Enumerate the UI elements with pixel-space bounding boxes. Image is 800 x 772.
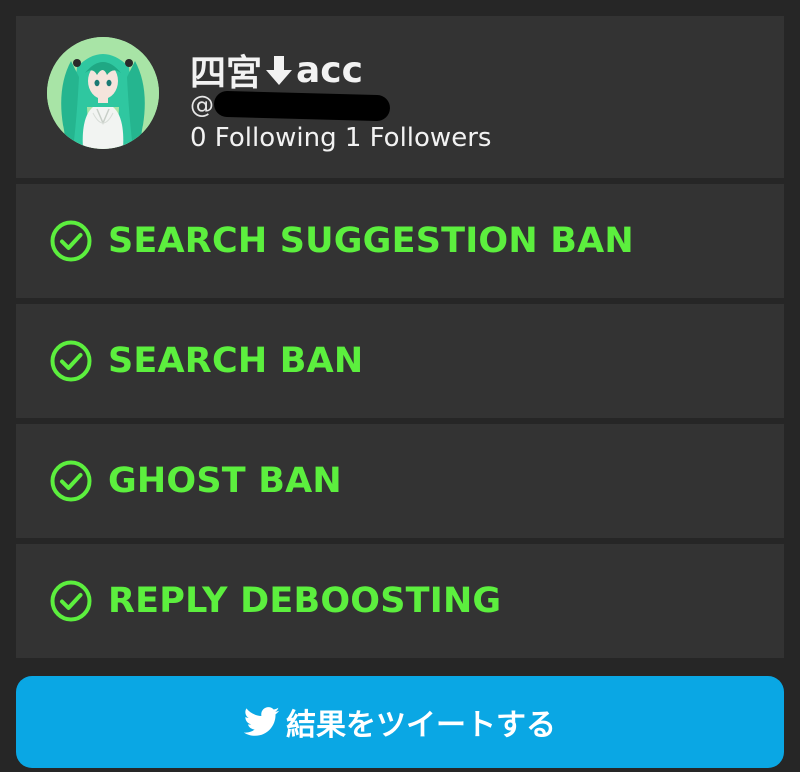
twitter-bird-icon	[244, 707, 280, 736]
handle-redaction	[213, 90, 391, 122]
follow-stats: 0 Following 1 Followers	[190, 123, 492, 153]
display-name: 四宮 acc	[190, 44, 363, 96]
check-label: REPLY DEBOOSTING	[108, 581, 502, 621]
down-arrow-icon	[264, 53, 294, 87]
tweet-result-button[interactable]: 結果をツイートする	[16, 676, 784, 768]
shadowban-result-page: 四宮 acc @ 0 Following 1 Followers SEARCH …	[0, 0, 800, 772]
check-row-search-ban: SEARCH BAN	[16, 304, 784, 418]
check-label: SEARCH SUGGESTION BAN	[108, 221, 634, 261]
display-name-prefix: 四宮	[190, 53, 263, 94]
check-row-reply-deboosting: REPLY DEBOOSTING	[16, 544, 784, 658]
check-row-ghost-ban: GHOST BAN	[16, 424, 784, 538]
check-circle-icon	[50, 220, 92, 262]
check-label: SEARCH BAN	[108, 341, 364, 381]
avatar	[47, 37, 159, 149]
profile-card: 四宮 acc @ 0 Following 1 Followers	[16, 16, 784, 178]
display-name-suffix: acc	[296, 49, 363, 91]
user-handle: @	[190, 91, 214, 119]
check-circle-icon	[50, 340, 92, 382]
tweet-button-label: 結果をツイートする	[286, 708, 556, 743]
check-row-search-suggestion-ban: SEARCH SUGGESTION BAN	[16, 184, 784, 298]
check-circle-icon	[50, 460, 92, 502]
check-label: GHOST BAN	[108, 461, 342, 501]
check-circle-icon	[50, 580, 92, 622]
